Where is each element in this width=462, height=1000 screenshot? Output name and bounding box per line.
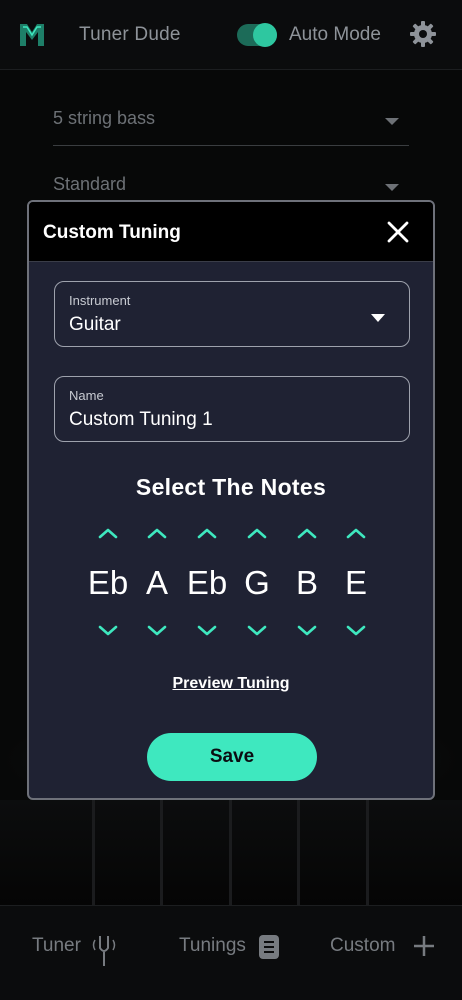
- string-line: [366, 800, 369, 905]
- tuning-select-value: Standard: [53, 174, 127, 194]
- instrument-dropdown[interactable]: Instrument Guitar: [54, 281, 410, 347]
- note-column: A: [135, 520, 179, 640]
- chevron-down-icon[interactable]: [345, 624, 367, 638]
- tuning-name-field[interactable]: Name Custom Tuning 1: [54, 376, 410, 442]
- chevron-down-icon[interactable]: [146, 624, 168, 638]
- instrument-select[interactable]: 5 string bass: [53, 96, 409, 146]
- chevron-down-icon[interactable]: [97, 624, 119, 638]
- gear-icon[interactable]: [409, 20, 437, 48]
- app-title: Tuner Dude: [79, 24, 181, 45]
- tab-tuner[interactable]: Tuner: [32, 935, 81, 957]
- tab-custom[interactable]: Custom: [330, 935, 395, 957]
- string-line: [297, 800, 300, 905]
- chevron-up-icon[interactable]: [296, 526, 318, 540]
- name-value: Custom Tuning 1: [69, 409, 213, 430]
- auto-mode-label: Auto Mode: [289, 24, 381, 45]
- note-column: Eb: [86, 520, 130, 640]
- chevron-up-icon[interactable]: [146, 526, 168, 540]
- plus-icon[interactable]: [412, 934, 436, 958]
- preview-tuning-link[interactable]: Preview Tuning: [29, 675, 433, 693]
- instrument-value: Guitar: [69, 314, 121, 335]
- top-bar: Tuner Dude Auto Mode: [0, 0, 462, 70]
- chevron-up-icon[interactable]: [196, 526, 218, 540]
- dialog-header: Custom Tuning: [29, 202, 433, 262]
- toggle-knob: [253, 23, 277, 47]
- instrument-select-value: 5 string bass: [53, 108, 156, 128]
- chevron-down-icon[interactable]: [196, 624, 218, 638]
- note-column: Eb: [185, 520, 229, 640]
- app-logo-icon: [20, 24, 44, 46]
- chevron-up-icon[interactable]: [345, 526, 367, 540]
- chevron-up-icon[interactable]: [246, 526, 268, 540]
- tab-tunings[interactable]: Tunings: [179, 935, 246, 957]
- chevron-up-icon[interactable]: [97, 526, 119, 540]
- note-name: E: [344, 564, 367, 601]
- note-column: G: [235, 520, 279, 640]
- save-button[interactable]: Save: [147, 733, 317, 781]
- dialog-title: Custom Tuning: [43, 222, 181, 243]
- string-line: [92, 800, 95, 905]
- chevron-down-icon: [385, 184, 399, 191]
- document-icon[interactable]: [257, 934, 281, 960]
- note-column: E: [334, 520, 378, 640]
- notes-heading: Select The Notes: [135, 474, 327, 500]
- string-line: [229, 800, 232, 905]
- tuning-fork-icon[interactable]: [91, 934, 117, 968]
- auto-mode-toggle[interactable]: [237, 23, 277, 47]
- string-line: [160, 800, 163, 905]
- note-column: B: [285, 520, 329, 640]
- chevron-down-icon: [385, 118, 399, 125]
- name-label: Name: [69, 388, 104, 403]
- custom-tuning-dialog: Custom Tuning Instrument Guitar Name Cus…: [27, 200, 435, 800]
- chevron-down-icon[interactable]: [246, 624, 268, 638]
- chevron-down-icon[interactable]: [296, 624, 318, 638]
- chevron-down-icon: [371, 314, 385, 322]
- close-icon[interactable]: [385, 219, 411, 245]
- instrument-label: Instrument: [69, 293, 131, 308]
